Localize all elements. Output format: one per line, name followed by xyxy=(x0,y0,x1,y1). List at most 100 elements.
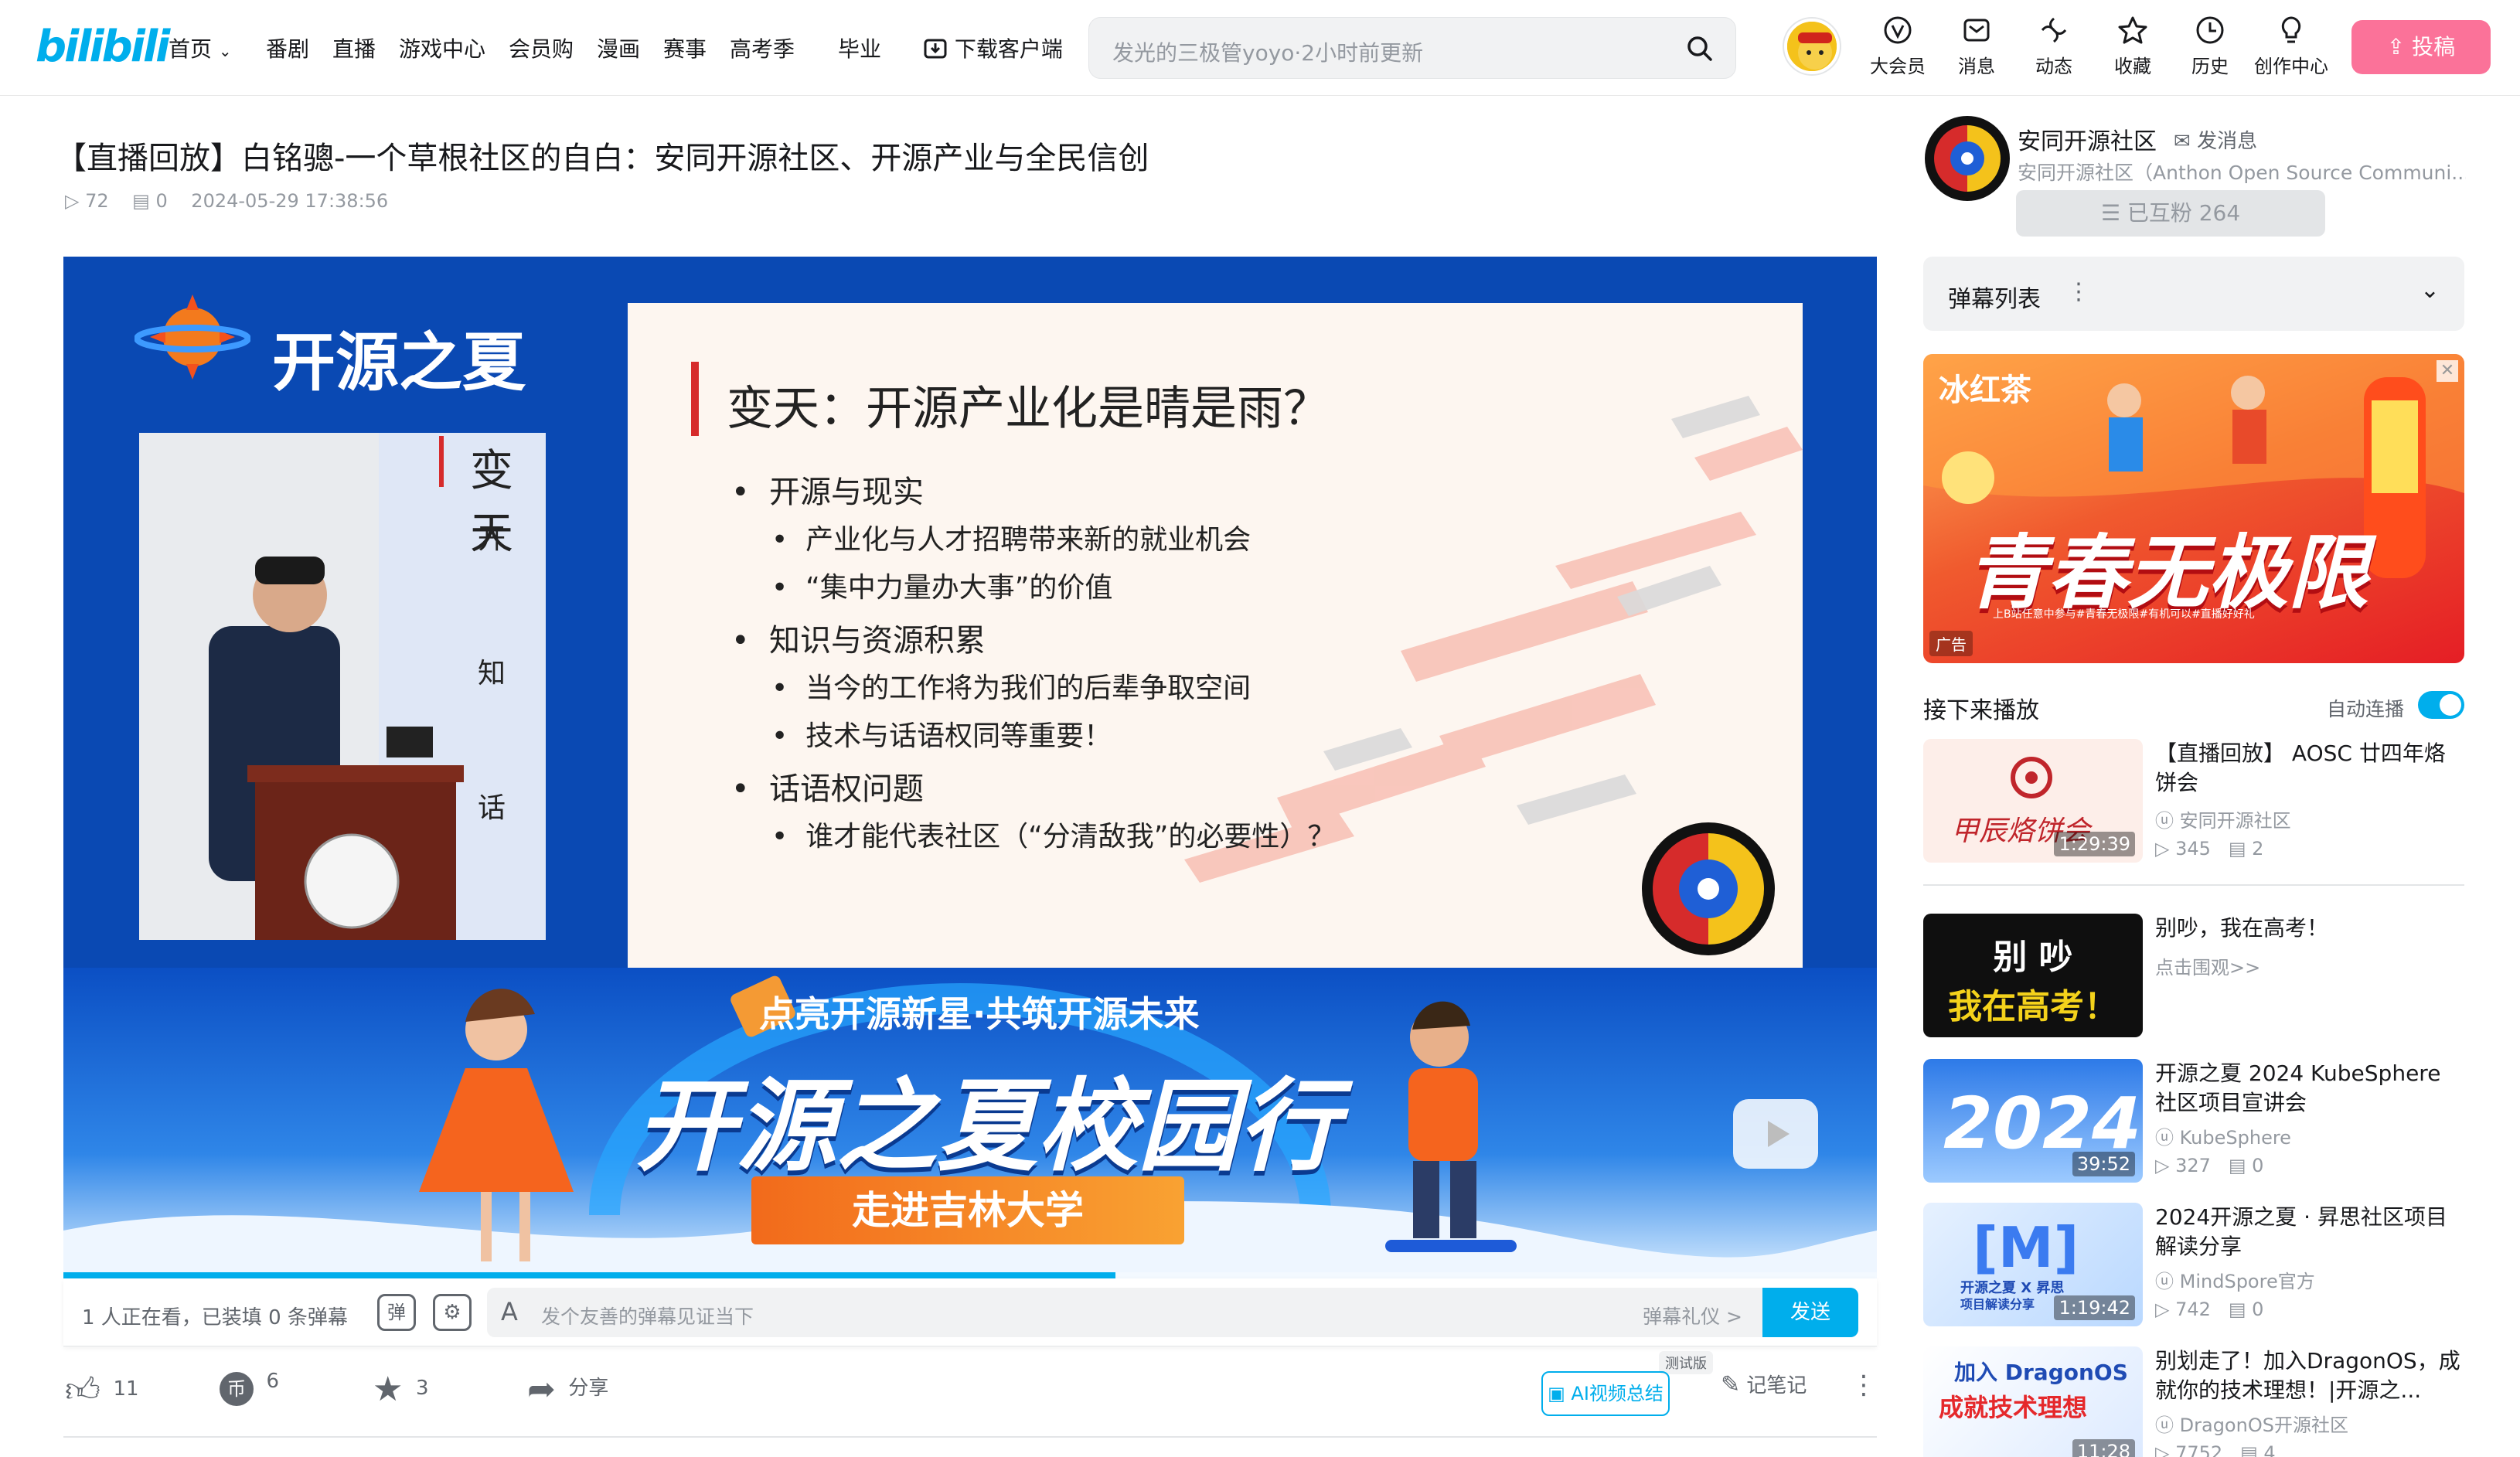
user-avatar[interactable] xyxy=(1784,19,1840,74)
slide-bullet-item: 当今的工作将为我们的后辈争取空间 xyxy=(805,672,1251,704)
summer-of-code-logo xyxy=(135,294,250,380)
video-thumbnail[interactable]: [M] 开源之夏 X 昇思 项目解读分享 1:19:42 xyxy=(1923,1203,2143,1326)
stats-line: ▷ 345 ▤ 2 xyxy=(2155,838,2263,860)
ad-tag: 广告 xyxy=(1929,631,1973,656)
danmaku-count-icon: ▤ xyxy=(2240,1442,2258,1457)
uploader-line: ⓤ MindSpore官方 xyxy=(2155,1266,2315,1293)
nav-game-center[interactable]: 游戏中心 xyxy=(399,32,485,63)
play-button-icon[interactable] xyxy=(1733,1099,1818,1169)
notes-button[interactable]: ✎ 记笔记 xyxy=(1721,1370,1807,1398)
nav-home[interactable]: 首页 ⌄ xyxy=(169,32,232,63)
video-title-link[interactable]: 【直播回放】 AOSC 廿四年烙饼会 xyxy=(2155,739,2464,798)
creator-center-link[interactable]: 创作中心 xyxy=(2254,14,2328,78)
promo-thumb-line2: 我在高考！ xyxy=(1948,987,2118,1026)
send-button[interactable]: 发送 xyxy=(1762,1288,1858,1337)
video-duration: 1:19:42 xyxy=(2054,1295,2135,1320)
nav-member-shop[interactable]: 会员购 xyxy=(509,32,574,63)
recommended-video[interactable]: 2024 39:52 开源之夏 2024 KubeSphere 社区项目宣讲会 … xyxy=(1923,1059,2464,1183)
big-member-label: 大会员 xyxy=(1870,56,1926,77)
view-count: 327 xyxy=(2175,1155,2211,1176)
uploader-name[interactable]: MindSpore官方 xyxy=(2180,1271,2315,1292)
slide-bullet-item: “集中力量办大事”的价值 xyxy=(805,572,1113,604)
danmaku-list-label: 弹幕列表 xyxy=(1948,286,2041,313)
uploader-name[interactable]: 安同开源社区 xyxy=(2180,810,2291,832)
recommended-video[interactable]: [M] 开源之夏 X 昇思 项目解读分享 1:19:42 2024开源之夏 · … xyxy=(1923,1203,2464,1326)
video-title-link[interactable]: 2024开源之夏 · 昇思社区项目解读分享 xyxy=(2155,1203,2464,1261)
video-thumbnail[interactable]: 加入 DragonOS 成就技术理想 11:28 xyxy=(1923,1346,2143,1457)
big-member-link[interactable]: 大会员 xyxy=(1863,14,1933,78)
danmaku-input[interactable]: 发个友善的弹幕见证当下 xyxy=(541,1302,754,1329)
autoplay-label: 自动连播 xyxy=(2327,698,2405,720)
share-button[interactable]: ➦ 分享 xyxy=(527,1370,608,1409)
uploader-line: ⓤ KubeSphere xyxy=(2155,1122,2291,1149)
top-header: bilibili 首页 ⌄ 番剧 直播 游戏中心 会员购 漫画 赛事 高考季 毕… xyxy=(0,0,2520,96)
favorite-link[interactable]: 收藏 xyxy=(2098,14,2168,78)
recommended-video[interactable]: 加入 DragonOS 成就技术理想 11:28 别划走了！加入DragonOS… xyxy=(1923,1346,2464,1457)
video-thumbnail[interactable]: 甲辰烙饼会 1:29:39 xyxy=(1923,739,2143,863)
nav-graduation[interactable]: 毕业 xyxy=(838,32,881,63)
upload-button[interactable]: ⇪ 投稿 xyxy=(2351,20,2491,74)
progress-bar[interactable] xyxy=(63,1272,1877,1278)
recommended-video[interactable]: 甲辰烙饼会 1:29:39 【直播回放】 AOSC 廿四年烙饼会 ⓤ 安同开源社… xyxy=(1923,739,2464,863)
slide-section-title: 知识与资源积累 xyxy=(769,623,986,659)
uploader-avatar[interactable] xyxy=(1925,116,2010,201)
share-arrow-icon: ➦ xyxy=(527,1370,556,1409)
favorite-count: 3 xyxy=(415,1377,429,1400)
close-icon[interactable]: ✕ xyxy=(2437,360,2458,382)
like-button[interactable]: 👍︎ 11 xyxy=(65,1370,139,1411)
uploader-name[interactable]: 安同开源社区 xyxy=(2018,122,2157,156)
nav-live[interactable]: 直播 xyxy=(332,32,376,63)
chevron-down-icon[interactable]: ⌄ xyxy=(2420,277,2440,304)
share-label: 分享 xyxy=(568,1377,609,1400)
danmaku-toggle-icon[interactable]: 弹 xyxy=(377,1294,416,1331)
search-box[interactable]: 发光的三极管yoyo·2小时前更新 xyxy=(1088,17,1736,79)
slide-heading: 变天：开源产业化是晴是雨？ xyxy=(727,382,1330,436)
nav-esports[interactable]: 赛事 xyxy=(663,32,707,63)
favorite-button[interactable]: ★ 3 xyxy=(373,1370,429,1409)
history-link[interactable]: 历史 xyxy=(2175,14,2245,78)
svg-text:冰红茶: 冰红茶 xyxy=(1939,373,2032,407)
autoplay-toggle[interactable] xyxy=(2418,691,2464,719)
video-player[interactable]: 开源之夏 变天 开 知 话 变天：开源产业化是晴是雨？ • 开源与现实 • 产业… xyxy=(63,257,1877,1278)
up-badge-icon: ⓤ xyxy=(2155,1414,2174,1436)
girl-figure xyxy=(419,989,574,1261)
video-title: 【直播回放】白铭骢-一个草根社区的自白：安同开源社区、开源产业与全民信创 xyxy=(56,141,1149,176)
ai-summary-button[interactable]: ▣ AI视频总结 xyxy=(1541,1371,1670,1416)
more-vertical-icon[interactable]: ⋮ xyxy=(2067,278,2090,305)
danmaku-settings-icon[interactable]: ⚙ xyxy=(433,1294,472,1331)
promo-thumbnail[interactable]: 别 吵 我在高考！ xyxy=(1923,914,2143,1037)
download-label: 下载客户端 xyxy=(954,36,1063,62)
promo-item[interactable]: 别 吵 我在高考！ 别吵，我在高考！ 点击围观>> xyxy=(1923,914,2464,1039)
promo-title[interactable]: 别吵，我在高考！ xyxy=(2155,914,2464,945)
slide-section-title: 开源与现实 xyxy=(769,475,925,510)
uploader-name[interactable]: KubeSphere xyxy=(2180,1127,2291,1149)
nav-gaokao[interactable]: 高考季 xyxy=(730,32,795,63)
slide-brand: 开源之夏 xyxy=(272,326,526,400)
upload-icon: ⇪ xyxy=(2386,34,2413,60)
video-thumbnail[interactable]: 2024 39:52 xyxy=(1923,1059,2143,1183)
send-message-link[interactable]: ✉ 发消息 xyxy=(2174,125,2257,154)
uploader-name[interactable]: DragonOS开源社区 xyxy=(2180,1414,2348,1436)
nav-manga[interactable]: 漫画 xyxy=(597,32,640,63)
play-count-icon: ▷ xyxy=(2155,838,2170,860)
download-client-link[interactable]: 下载客户端 xyxy=(923,32,1063,63)
text-style-icon[interactable]: A xyxy=(501,1297,518,1326)
more-icon[interactable]: ⋮ xyxy=(1851,1370,1877,1401)
promo-subtitle[interactable]: 点击围观>> xyxy=(2155,952,2260,979)
up-badge-icon: ⓤ xyxy=(2155,810,2174,832)
video-title-link[interactable]: 别划走了！加入DragonOS，成就你的技术理想！|开源之... xyxy=(2155,1346,2464,1405)
search-input[interactable]: 发光的三极管yoyo·2小时前更新 xyxy=(1112,36,1423,67)
follow-button[interactable]: ☰ 已互粉 264 xyxy=(2016,190,2325,237)
bilibili-logo[interactable]: bilibili xyxy=(36,22,170,72)
nav-anime[interactable]: 番剧 xyxy=(266,32,309,63)
dynamic-link[interactable]: 动态 xyxy=(2019,14,2089,78)
video-title-link[interactable]: 开源之夏 2024 KubeSphere 社区项目宣讲会 xyxy=(2155,1059,2464,1118)
danmaku-list-panel[interactable]: 弹幕列表 ⋮ ⌄ xyxy=(1923,257,2464,331)
uploader-line: ⓤ DragonOS开源社区 xyxy=(2155,1410,2348,1437)
search-icon[interactable] xyxy=(1684,33,1715,64)
message-link[interactable]: 消息 xyxy=(1942,14,2011,78)
actions-divider xyxy=(63,1436,1877,1438)
coin-button[interactable]: 币 6 xyxy=(220,1370,279,1406)
advertisement-banner[interactable]: 冰红茶 青春无极限 广告 上B站任意中参与#青春无极限#有机可以#直播好好礼 ✕ xyxy=(1923,354,2464,663)
danmaku-etiquette-link[interactable]: 弹幕礼仪 > xyxy=(1643,1302,1742,1329)
